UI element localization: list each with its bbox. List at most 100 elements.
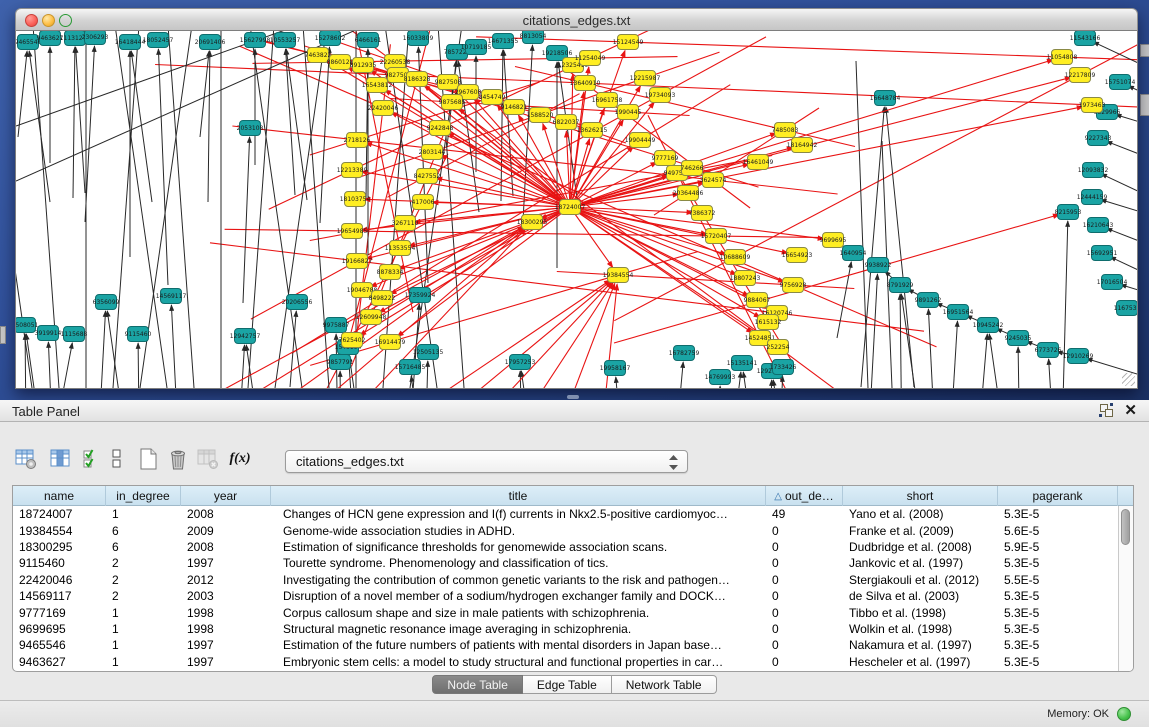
network-view-canvas[interactable]: 9465546946362711131275230629316418444180… bbox=[15, 31, 1138, 389]
graph-node[interactable]: 9245035 bbox=[1005, 331, 1032, 346]
graph-node[interactable]: 13640910 bbox=[570, 76, 601, 91]
graph-node[interactable]: 18103754 bbox=[340, 192, 371, 207]
graph-node[interactable]: 18052457 bbox=[143, 33, 174, 48]
graph-node[interactable]: 8498222 bbox=[369, 291, 396, 306]
graph-node[interactable]: 9242848 bbox=[427, 121, 454, 136]
graph-node[interactable]: 9938922 bbox=[865, 258, 892, 273]
column-header-indegree[interactable]: in_degree bbox=[106, 486, 181, 506]
graph-node[interactable]: 8215953 bbox=[1055, 205, 1082, 220]
graph-node[interactable]: 1990445 bbox=[615, 105, 642, 120]
graph-node[interactable]: 7485083 bbox=[772, 123, 799, 138]
graph-node[interactable]: 9777169 bbox=[652, 151, 679, 166]
graph-node[interactable]: 15278602 bbox=[315, 31, 346, 46]
graph-node[interactable]: 9857791 bbox=[327, 355, 354, 370]
graph-node[interactable]: 16914479 bbox=[375, 335, 406, 350]
graph-node[interactable]: 12093832 bbox=[1078, 163, 1109, 178]
graph-node[interactable]: 14671355 bbox=[488, 34, 519, 49]
graph-node[interactable]: 2718126 bbox=[344, 133, 371, 148]
graph-node[interactable]: 19166827 bbox=[342, 254, 373, 269]
table-mode-button[interactable] bbox=[12, 444, 40, 474]
graph-node[interactable]: 6773726 bbox=[1035, 343, 1062, 358]
column-header-title[interactable]: title bbox=[271, 486, 766, 506]
graph-node[interactable]: 22420046 bbox=[368, 101, 399, 116]
graph-node[interactable]: 18164942 bbox=[787, 138, 818, 153]
graph-node[interactable]: 6356099 bbox=[93, 295, 120, 310]
graph-node[interactable]: 17359924 bbox=[405, 288, 436, 303]
table-row[interactable]: 1830029562008Estimation of significance … bbox=[13, 539, 1118, 555]
show-columns-button[interactable] bbox=[46, 444, 74, 474]
graph-node[interactable]: 20364486 bbox=[673, 186, 704, 201]
graph-node[interactable]: 8791929 bbox=[887, 278, 914, 293]
graph-node[interactable]: 15751074 bbox=[1105, 75, 1136, 90]
graph-node[interactable]: 7386372 bbox=[689, 206, 716, 221]
float-panel-icon[interactable] bbox=[1099, 403, 1115, 419]
window-resize-grip[interactable] bbox=[1122, 373, 1135, 386]
graph-node[interactable]: 1115688 bbox=[61, 327, 88, 342]
graph-node[interactable]: 9115460 bbox=[125, 327, 152, 342]
tab-network-table[interactable]: Network Table bbox=[612, 675, 717, 694]
graph-node[interactable]: 12609948 bbox=[356, 310, 387, 325]
graph-node[interactable]: 1973463 bbox=[1079, 98, 1106, 113]
graph-node[interactable]: 18300295 bbox=[517, 215, 548, 230]
graph-node[interactable]: 19904449 bbox=[625, 133, 656, 148]
graph-node[interactable]: 18724007 bbox=[555, 200, 586, 215]
graph-node[interactable]: 11054808 bbox=[1047, 50, 1078, 65]
table-row[interactable]: 1872400712008Changes of HCN gene express… bbox=[13, 506, 1118, 522]
graph-node[interactable]: 1588520 bbox=[527, 108, 554, 123]
table-row[interactable]: 1938455462009Genome-wide association stu… bbox=[13, 522, 1118, 538]
graph-node[interactable]: 8454749 bbox=[479, 90, 506, 105]
graph-node[interactable]: 8186328 bbox=[404, 72, 431, 87]
graph-node[interactable]: 16461049 bbox=[743, 155, 774, 170]
graph-node[interactable]: 3624574 bbox=[700, 173, 727, 188]
table-selector-dropdown[interactable]: citations_edges.txt bbox=[285, 450, 688, 473]
graph-node[interactable]: 7625402 bbox=[339, 333, 366, 348]
graph-node[interactable]: 8912935 bbox=[350, 58, 377, 73]
tab-edge-table[interactable]: Edge Table bbox=[523, 675, 612, 694]
table-scrollbar[interactable] bbox=[1118, 506, 1133, 671]
table-row[interactable]: 969969511998Structural magnetic resonanc… bbox=[13, 621, 1118, 637]
table-row[interactable]: 946554611997Estimation of the future num… bbox=[13, 637, 1118, 653]
graph-node[interactable]: 16654923 bbox=[782, 248, 813, 263]
graph-node[interactable]: 417006 bbox=[412, 195, 435, 210]
graph-node[interactable]: 15124549 bbox=[613, 35, 644, 50]
graph-node[interactable]: 1640954 bbox=[840, 246, 867, 261]
graph-node[interactable]: 12215987 bbox=[630, 71, 661, 86]
graph-node[interactable]: 1615132 bbox=[755, 315, 782, 330]
close-panel-icon[interactable]: ✕ bbox=[1124, 401, 1137, 421]
window-titlebar[interactable]: citations_edges.txt bbox=[15, 8, 1138, 31]
table-row[interactable]: 2242004622012Investigating the contribut… bbox=[13, 572, 1118, 588]
graph-node[interactable]: 15720407 bbox=[701, 229, 732, 244]
tab-node-table[interactable]: Node Table bbox=[432, 675, 523, 694]
column-header-year[interactable]: year bbox=[181, 486, 271, 506]
graph-node[interactable]: 9975887 bbox=[323, 318, 350, 333]
graph-node[interactable]: 18807243 bbox=[730, 271, 761, 286]
graph-node[interactable]: 6822037 bbox=[553, 115, 580, 130]
table-row[interactable]: 977716911998Corpus callosum shape and si… bbox=[13, 604, 1118, 620]
graph-node[interactable]: 12505135 bbox=[413, 345, 444, 360]
graph-node[interactable]: 2306293 bbox=[82, 31, 109, 45]
graph-node[interactable]: 2053108 bbox=[237, 121, 264, 136]
graph-node[interactable]: 11353554 bbox=[385, 241, 416, 256]
graph-node[interactable]: 16951564 bbox=[943, 305, 974, 320]
graph-node[interactable]: 14569117 bbox=[156, 289, 187, 304]
graph-node[interactable]: 9891262 bbox=[915, 293, 942, 308]
graph-node[interactable]: 12217809 bbox=[1065, 68, 1096, 83]
graph-node[interactable]: 3267110 bbox=[392, 216, 419, 231]
graph-node[interactable]: 20206556 bbox=[282, 295, 313, 310]
graph-node[interactable]: 9146821 bbox=[501, 100, 528, 115]
graph-node[interactable]: 3919914 bbox=[35, 326, 62, 341]
graph-node[interactable]: 10688609 bbox=[720, 250, 751, 265]
graph-node[interactable]: 9227343 bbox=[1085, 131, 1112, 146]
graph-node[interactable]: 12942757 bbox=[230, 329, 261, 344]
graph-node[interactable]: 1733426 bbox=[770, 360, 797, 375]
graph-node[interactable]: 11254049 bbox=[575, 51, 606, 66]
graph-node[interactable]: 15716485 bbox=[395, 360, 426, 375]
new-column-button[interactable] bbox=[134, 444, 162, 474]
graph-node[interactable]: 16210643 bbox=[1083, 218, 1114, 233]
row-height-button[interactable] bbox=[109, 444, 125, 474]
graph-node[interactable]: 16543812 bbox=[362, 78, 393, 93]
graph-node[interactable]: 16782759 bbox=[669, 346, 700, 361]
graph-node[interactable]: 8813054 bbox=[520, 31, 547, 44]
graph-node[interactable]: 15135141 bbox=[727, 356, 758, 371]
graph-node[interactable]: 9875685 bbox=[439, 95, 466, 110]
